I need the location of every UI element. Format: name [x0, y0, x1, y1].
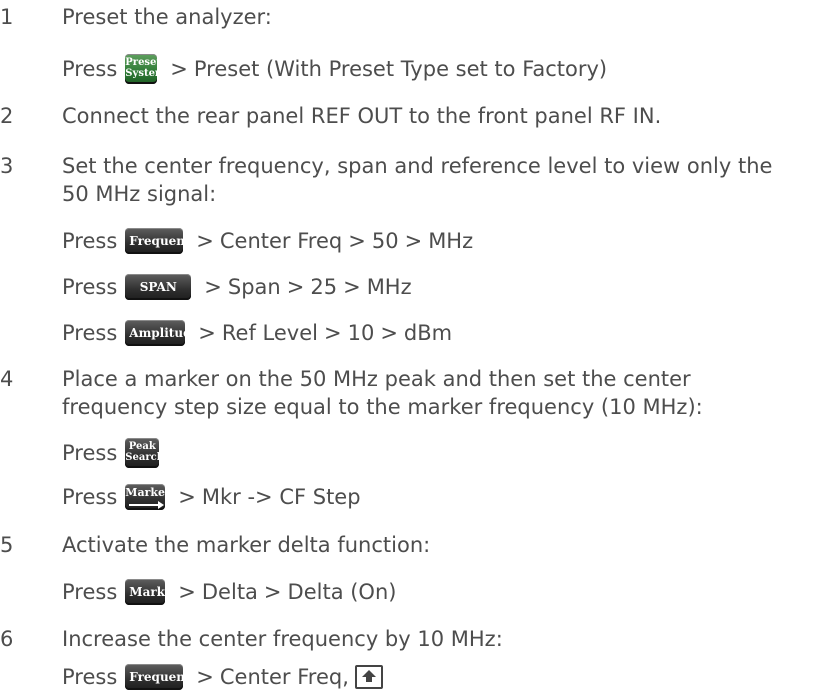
press-label: Press: [62, 57, 118, 81]
marker-to-key-icon: Marker: [125, 484, 166, 510]
step-number: 6: [0, 627, 14, 651]
instruction-4a: Press PeakSearch: [62, 438, 166, 468]
instruction-1: Press Preset/System > Preset (With Prese…: [62, 54, 607, 84]
instruction-3c: Press Amplitud > Ref Level >10 > dBm: [62, 320, 453, 346]
step-text: Increase the center frequency by 10 MHz:: [62, 627, 503, 651]
step-text-line-1: Set the center frequency, span and refer…: [62, 154, 773, 178]
step-text: Preset the analyzer:: [62, 5, 272, 29]
instruction-6: Press Frequenc >Center Freq,: [62, 662, 383, 692]
up-arrow-key-icon: [354, 665, 383, 689]
instruction-3a: Press Frequenc >Center Freq >50 >MHz: [62, 228, 474, 254]
instruction-text: Preset (With Preset Type set to Factory): [193, 57, 608, 81]
step-text: Connect the rear panel REF OUT to the fr…: [62, 104, 662, 128]
frequency-key-icon: Frequenc: [125, 664, 184, 690]
step-3-line-2: 50 MHz signal:: [62, 179, 216, 209]
peak-search-key-icon: PeakSearch: [125, 438, 160, 468]
right-arrow-icon: [129, 501, 165, 509]
preset-system-key-icon: Preset/System: [125, 54, 158, 84]
step-4-line-2: frequency step size equal to the marker …: [62, 392, 703, 422]
instruction-3b: Press SPAN > Span >25 > MHz: [62, 274, 412, 300]
step-number: 1: [0, 5, 14, 29]
span-key-icon: SPAN: [125, 274, 192, 300]
instruction-4b: Press Marker >Mkr -> CF Step: [62, 484, 361, 510]
amplitude-key-icon: Amplitud: [125, 320, 186, 346]
step-text-line-2: frequency step size equal to the marker …: [62, 395, 703, 419]
step-text-line-1: Place a marker on the 50 MHz peak and th…: [62, 367, 691, 391]
frequency-key-icon: Frequenc: [125, 228, 184, 254]
step-number: 5: [0, 533, 14, 557]
step-number: 4: [0, 367, 14, 391]
document-page: 1 Preset the analyzer: Press Preset/Syst…: [0, 0, 837, 694]
step-text-line-2: 50 MHz signal:: [62, 182, 217, 206]
marker-key-icon: Marke: [125, 579, 166, 605]
instruction-5: Press Marke >Delta >Delta (On): [62, 579, 397, 605]
step-number: 3: [0, 154, 14, 178]
step-text: Activate the marker delta function:: [62, 533, 431, 557]
step-number: 2: [0, 104, 14, 128]
